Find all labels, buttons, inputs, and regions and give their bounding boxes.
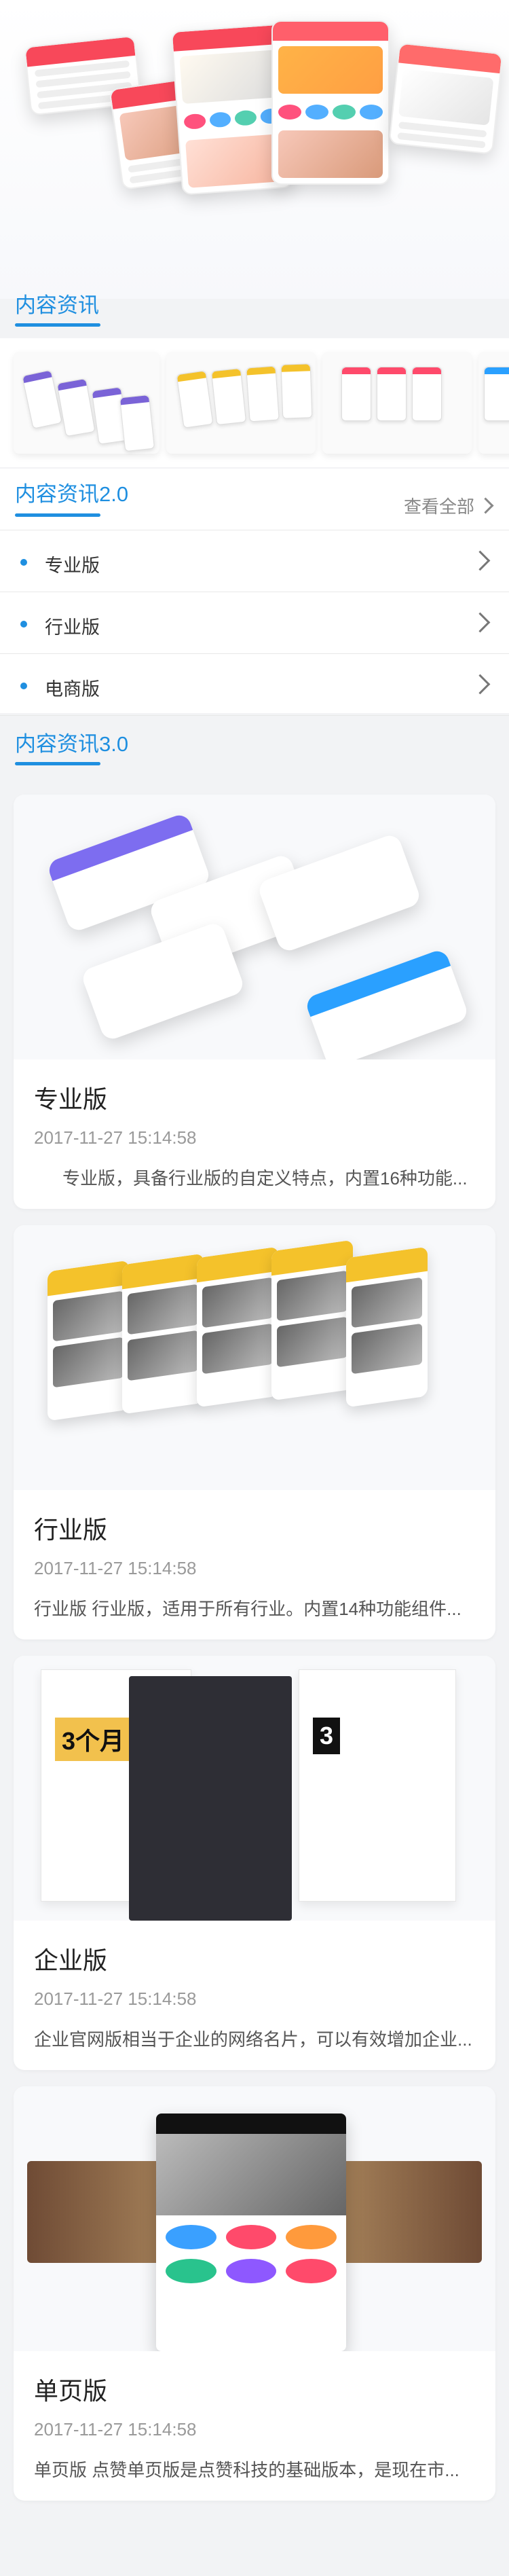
content-card-enterprise[interactable]: 3个月 3 企业版 2017-11-27 15:14:58 企业官网版相当于企业… xyxy=(14,1656,495,2070)
hero-phone-4 xyxy=(271,20,390,185)
list-block-v2: 内容资讯2.0 查看全部 专业版 行业版 电商版 xyxy=(0,469,509,716)
dark-banner xyxy=(129,1676,292,1921)
content-card-professional[interactable]: 专业版 2017-11-27 15:14:58 专业版，具备行业版的自定义特点，… xyxy=(14,795,495,1209)
card-image xyxy=(14,795,495,1059)
preview-thumb-3[interactable] xyxy=(322,352,472,454)
list-item-industry[interactable]: 行业版 xyxy=(0,592,509,654)
view-all-label: 查看全部 xyxy=(403,496,474,517)
section-title-text: 内容资讯 xyxy=(15,293,99,317)
card-title: 企业版 xyxy=(34,1946,108,1974)
preview-thumb-1[interactable] xyxy=(14,352,159,454)
card-title: 专业版 xyxy=(34,1085,108,1113)
card-time: 2017-11-27 15:14:58 xyxy=(34,2419,197,2439)
chevron-right-icon xyxy=(470,550,491,571)
view-all-link[interactable]: 查看全部 xyxy=(403,493,494,518)
section-title-v3-underline xyxy=(15,762,100,765)
hero-phone-5 xyxy=(388,42,504,155)
list-item-label: 电商版 xyxy=(45,679,100,700)
chevron-right-icon xyxy=(477,497,494,514)
list-header: 内容资讯2.0 查看全部 xyxy=(0,469,509,530)
content-card-single-page[interactable]: 单页版 2017-11-27 15:14:58 单页版 点赞单页版是点赞科技的基… xyxy=(14,2086,495,2501)
card-image xyxy=(14,2086,495,2351)
dot-icon xyxy=(20,559,27,566)
section-title-v3-text: 内容资讯3.0 xyxy=(15,732,129,756)
section-title-v2-text: 内容资讯2.0 xyxy=(15,482,129,506)
list-item-ecommerce[interactable]: 电商版 xyxy=(0,654,509,716)
section-title-v3: 内容资讯3.0 xyxy=(15,727,129,765)
card-desc: 单页版 点赞单页版是点赞科技的基础版本，是现在市... xyxy=(34,2460,459,2480)
card-time: 2017-11-27 15:14:58 xyxy=(34,1558,197,1578)
hero-mockups xyxy=(0,0,509,299)
dot-icon xyxy=(20,683,27,689)
content-card-industry[interactable]: 行业版 2017-11-27 15:14:58 行业版 行业版，适用于所有行业。… xyxy=(14,1225,495,1639)
card-time: 2017-11-27 15:14:58 xyxy=(34,1127,197,1148)
card-title: 行业版 xyxy=(34,1516,108,1544)
card-desc: 专业版，具备行业版的自定义特点，内置16种功能... xyxy=(62,1168,468,1189)
chevron-right-icon xyxy=(470,612,491,633)
section-title-v2: 内容资讯2.0 xyxy=(15,477,129,517)
section-title-content: 内容资讯 xyxy=(15,288,100,327)
phone-mockup xyxy=(156,2114,346,2351)
dot-icon xyxy=(20,621,27,628)
card-title: 单页版 xyxy=(34,2377,108,2405)
chevron-right-icon xyxy=(470,674,491,695)
horizontal-preview-strip[interactable] xyxy=(0,338,509,467)
card-image xyxy=(14,1225,495,1490)
list-item-label: 行业版 xyxy=(45,617,100,638)
list-item-label: 专业版 xyxy=(45,556,100,576)
preview-thumb-2[interactable] xyxy=(166,352,316,454)
card-image: 3个月 3 xyxy=(14,1656,495,1921)
list-item-professional[interactable]: 专业版 xyxy=(0,530,509,592)
card-desc: 行业版 行业版，适用于所有行业。内置14种功能组件... xyxy=(34,1599,461,1619)
preview-thumb-4[interactable] xyxy=(478,352,509,454)
card-desc: 企业官网版相当于企业的网络名片，可以有效增加企业... xyxy=(34,2029,472,2050)
section-title-v2-underline xyxy=(15,513,100,517)
section-title-underline xyxy=(15,323,100,327)
card-time: 2017-11-27 15:14:58 xyxy=(34,1989,197,2009)
